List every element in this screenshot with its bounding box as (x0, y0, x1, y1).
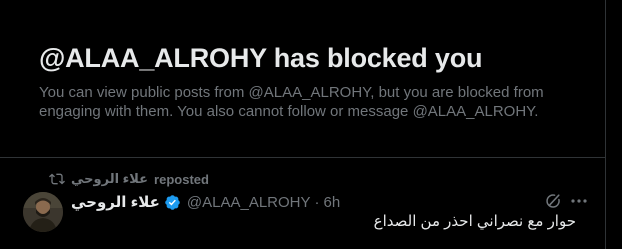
tweet-header: علاء الروحي @ALAA_ALROHY · 6h (71, 192, 340, 212)
reposter-name[interactable]: علاء الروحي (71, 171, 148, 187)
repost-label: reposted (154, 171, 209, 187)
repost-context: علاء الروحي reposted (49, 170, 209, 188)
more-icon[interactable] (569, 192, 589, 210)
handle[interactable]: @ALAA_ALROHY (187, 194, 311, 211)
blocked-notice: @ALAA_ALROHY has blocked you You can vie… (0, 0, 605, 158)
tweet-text: حوار مع نصراني احذر من الصداع (373, 213, 576, 230)
grok-icon[interactable] (545, 193, 561, 209)
timeline-frame: @ALAA_ALROHY has blocked you You can vie… (0, 0, 606, 249)
display-name[interactable]: علاء الروحي (71, 193, 160, 211)
blocked-description: You can view public posts from @ALAA_ALR… (39, 84, 544, 120)
repost-icon (49, 171, 65, 187)
blocked-title: @ALAA_ALROHY has blocked you (39, 43, 483, 73)
verified-badge-icon[interactable] (164, 194, 181, 211)
timestamp[interactable]: 6h (324, 194, 341, 211)
avatar[interactable] (23, 192, 63, 232)
separator-dot: · (314, 193, 320, 211)
